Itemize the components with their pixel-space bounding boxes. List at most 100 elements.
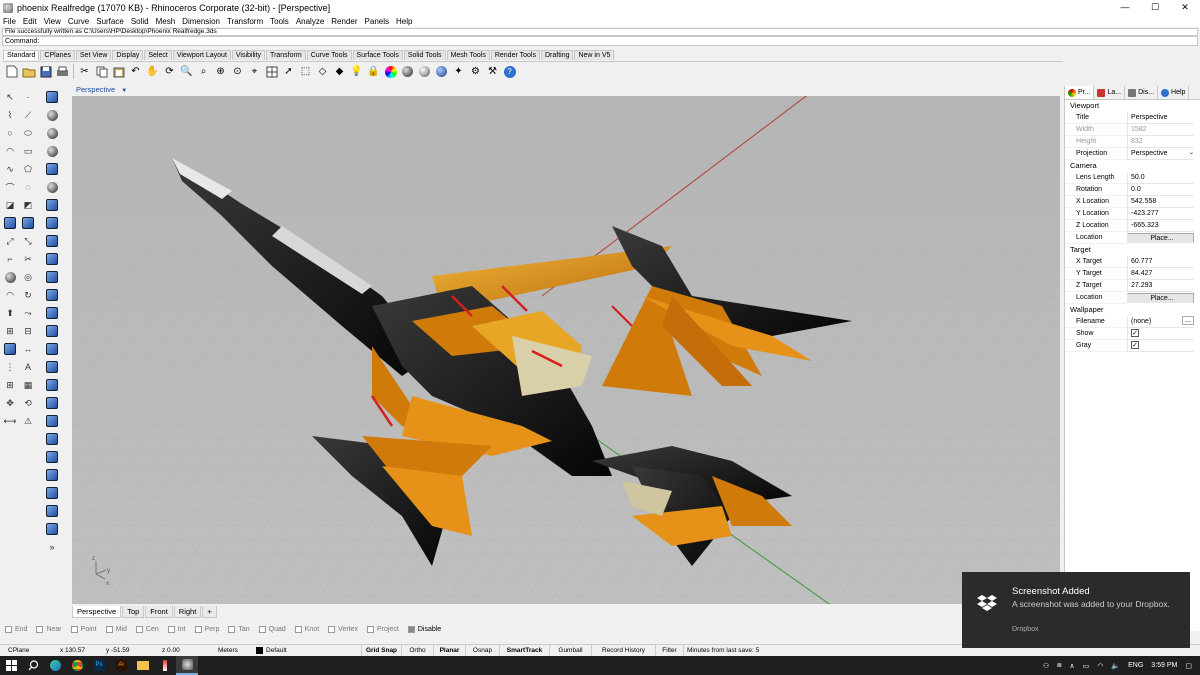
add-viewport-tab-button[interactable]: + bbox=[202, 606, 217, 618]
mirror-icon[interactable]: ⟷ bbox=[2, 413, 18, 429]
layer-icon[interactable]: ◇ bbox=[315, 64, 330, 79]
lens-length-field[interactable]: 50.0 bbox=[1127, 172, 1194, 184]
shaded-box-icon-17[interactable] bbox=[44, 449, 60, 465]
ortho-button[interactable]: Ortho bbox=[401, 644, 433, 657]
osnap-cen[interactable]: Cen bbox=[135, 625, 159, 633]
start-button[interactable] bbox=[0, 656, 22, 675]
lightbulb-icon[interactable]: 💡 bbox=[349, 64, 364, 79]
cut-icon[interactable]: ✂ bbox=[77, 64, 92, 79]
four-viewports-icon[interactable] bbox=[264, 64, 279, 79]
rhino-taskbar-icon[interactable] bbox=[176, 656, 198, 675]
maximize-button[interactable]: ☐ bbox=[1140, 0, 1170, 15]
help-icon[interactable]: ? bbox=[502, 64, 517, 79]
osnap-checkbox[interactable] bbox=[105, 625, 113, 633]
rotate-view-icon[interactable]: ⟳ bbox=[162, 64, 177, 79]
target-place-button[interactable]: Place... bbox=[1127, 293, 1194, 303]
osnap-disable[interactable]: Disable bbox=[407, 625, 441, 633]
fillet-icon[interactable]: ⌐ bbox=[2, 251, 18, 267]
osnap-quad[interactable]: Quad bbox=[258, 625, 286, 633]
viewport-label[interactable]: Perspective bbox=[76, 85, 115, 94]
paste-icon[interactable] bbox=[111, 64, 126, 79]
ellipse-icon[interactable]: ⬭ bbox=[20, 125, 36, 141]
dropbox-notification[interactable]: Screenshot Added A screenshot was added … bbox=[962, 572, 1190, 648]
tab-select[interactable]: Select bbox=[144, 50, 172, 60]
render-icon[interactable] bbox=[434, 64, 449, 79]
osnap-checkbox[interactable] bbox=[135, 625, 143, 633]
osnap-checkbox[interactable] bbox=[70, 625, 78, 633]
tray-dropbox-icon[interactable]: ⧈ bbox=[1057, 662, 1061, 670]
battery-icon[interactable]: ▭ bbox=[1083, 662, 1090, 670]
text-icon[interactable]: A bbox=[20, 359, 36, 375]
grid-snap-button[interactable]: Grid Snap bbox=[361, 644, 401, 657]
tab-curve-tools[interactable]: Curve Tools bbox=[306, 50, 352, 60]
photoshop-icon[interactable]: Ps bbox=[88, 656, 110, 675]
osnap-int[interactable]: Int bbox=[167, 625, 186, 633]
osnap-tan[interactable]: Tan bbox=[228, 625, 250, 633]
network-icon[interactable]: ◠ bbox=[1097, 662, 1103, 670]
render-sphere-icon[interactable] bbox=[417, 64, 432, 79]
menu-dimension[interactable]: Dimension bbox=[182, 17, 220, 26]
osnap-checkbox[interactable] bbox=[407, 625, 415, 633]
osnap-checkbox[interactable] bbox=[367, 625, 375, 633]
line-icon[interactable]: ⟋ bbox=[20, 107, 36, 123]
chrome-icon[interactable] bbox=[66, 656, 88, 675]
tab-mesh-tools[interactable]: Mesh Tools bbox=[446, 50, 490, 60]
rotate-icon[interactable]: ⟲ bbox=[20, 395, 36, 411]
zoom-icon[interactable]: 🔍 bbox=[179, 64, 194, 79]
shaded-sphere-icon-2[interactable] bbox=[44, 125, 60, 141]
transform-icon[interactable]: ⤢ bbox=[2, 233, 18, 249]
language-indicator[interactable]: ENG bbox=[1128, 662, 1143, 669]
shaded-box-icon-2[interactable] bbox=[44, 161, 60, 177]
osnap-vertex[interactable]: Vertex bbox=[328, 625, 358, 633]
mesh-icon[interactable]: ⊞ bbox=[2, 377, 18, 393]
shaded-box-icon-7[interactable] bbox=[44, 269, 60, 285]
tab-viewport-layout[interactable]: Viewport Layout bbox=[172, 50, 231, 60]
menu-panels[interactable]: Panels bbox=[365, 17, 389, 26]
shaded-box-icon-8[interactable] bbox=[44, 287, 60, 303]
gray-checkbox[interactable]: ✓ bbox=[1131, 341, 1139, 349]
close-button[interactable]: ✕ bbox=[1170, 0, 1200, 15]
analyze-icon[interactable]: ⚠ bbox=[20, 413, 36, 429]
box-solid-icon[interactable] bbox=[2, 215, 18, 231]
tab-standard[interactable]: Standard bbox=[3, 50, 40, 60]
command-input[interactable]: Command: bbox=[2, 36, 1198, 46]
tab-surface-tools[interactable]: Surface Tools bbox=[352, 50, 403, 60]
loft-icon[interactable]: ◠ bbox=[2, 287, 18, 303]
smarttrack-button[interactable]: SmartTrack bbox=[499, 644, 549, 657]
shaded-box-icon-18[interactable] bbox=[44, 467, 60, 483]
chevron-down-icon[interactable]: ⌄ bbox=[1189, 148, 1194, 159]
tab-solid-tools[interactable]: Solid Tools bbox=[403, 50, 446, 60]
surface-icon[interactable]: ◪ bbox=[2, 197, 18, 213]
arc-icon[interactable]: ◠ bbox=[2, 143, 18, 159]
rectangle-icon[interactable]: ▭ bbox=[20, 143, 36, 159]
z-target-field[interactable]: 27.293 bbox=[1127, 280, 1194, 292]
grid-icon[interactable]: ▦ bbox=[20, 377, 36, 393]
panel-tab-display[interactable]: Dis... bbox=[1125, 86, 1159, 99]
tab-visibility[interactable]: Visibility bbox=[231, 50, 266, 60]
viewport-menu-arrow-icon[interactable]: ▼ bbox=[121, 88, 127, 94]
zoom-window-icon[interactable]: ⌕ bbox=[196, 64, 211, 79]
osnap-checkbox[interactable] bbox=[194, 625, 202, 633]
panel-tab-properties[interactable]: Pr... bbox=[1065, 86, 1095, 99]
polyline-icon[interactable]: ⌇ bbox=[2, 107, 18, 123]
osnap-end[interactable]: End bbox=[5, 625, 27, 633]
solid-box-icon[interactable] bbox=[2, 341, 18, 357]
lock-icon[interactable]: 🔒 bbox=[366, 64, 381, 79]
tab-cplanes[interactable]: CPlanes bbox=[40, 50, 75, 60]
record-history-button[interactable]: Record History bbox=[591, 644, 655, 657]
light-icon[interactable]: ✦ bbox=[451, 64, 466, 79]
shaded-sphere-icon-1[interactable] bbox=[44, 107, 60, 123]
shaded-box-icon-5[interactable] bbox=[44, 233, 60, 249]
color-wheel-icon[interactable] bbox=[383, 64, 398, 79]
menu-mesh[interactable]: Mesh bbox=[156, 17, 176, 26]
show-checkbox[interactable]: ✓ bbox=[1131, 329, 1139, 337]
osnap-project[interactable]: Project bbox=[367, 625, 399, 633]
panel-tab-help[interactable]: Help bbox=[1158, 86, 1190, 99]
freeform-icon[interactable]: ⌒ bbox=[2, 179, 18, 195]
shaded-box-icon-15[interactable] bbox=[44, 413, 60, 429]
osnap-checkbox[interactable] bbox=[258, 625, 266, 633]
tab-drafting[interactable]: Drafting bbox=[540, 50, 574, 60]
illustrator-icon[interactable]: Ai bbox=[110, 656, 132, 675]
render-preview-icon[interactable] bbox=[400, 64, 415, 79]
osnap-perp[interactable]: Perp bbox=[194, 625, 219, 633]
